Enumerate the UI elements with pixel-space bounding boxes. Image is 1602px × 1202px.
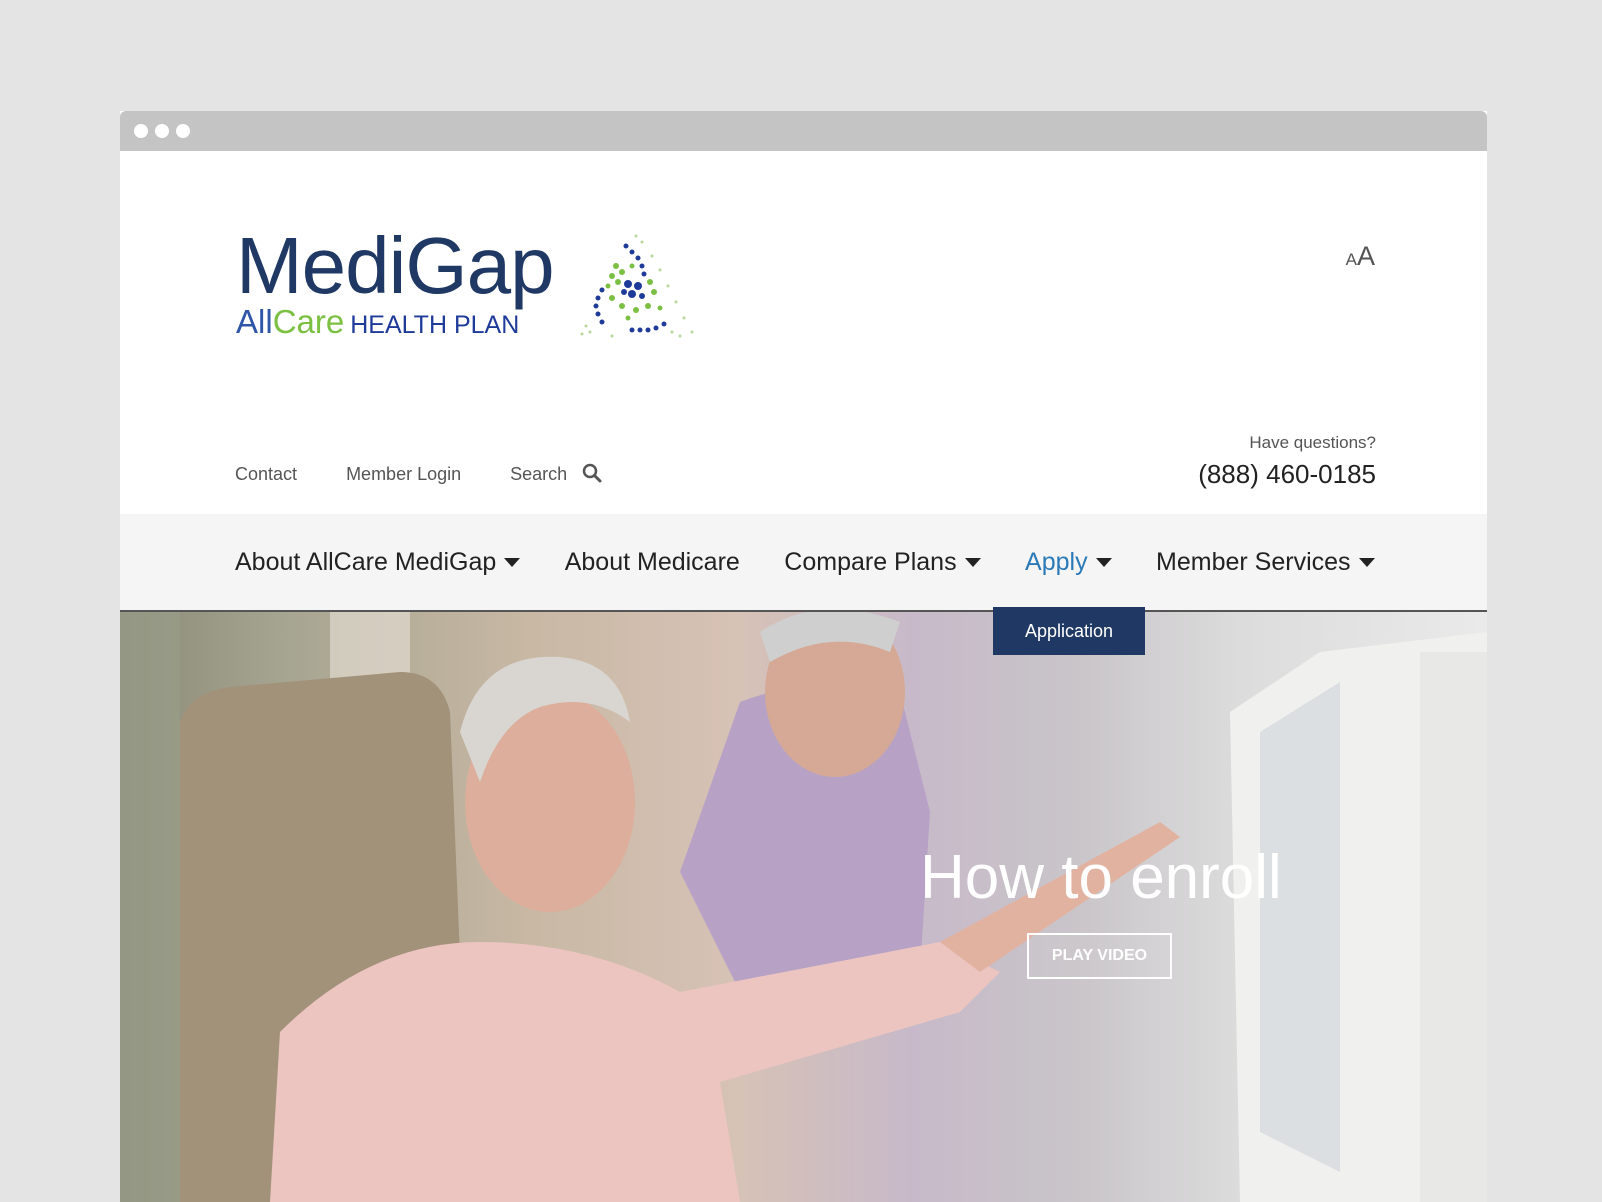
medigap-logo[interactable]: MediGap AllCare HEALTH PLAN bbox=[236, 226, 696, 346]
nav-item-about-allcare[interactable]: About AllCare MediGap bbox=[235, 548, 521, 577]
nav-label: About AllCare MediGap bbox=[235, 548, 497, 576]
apply-dropdown-application[interactable]: Application bbox=[993, 607, 1145, 655]
hero-banner: How to enroll PLAY VIDEO bbox=[120, 612, 1487, 1202]
nav-label: Compare Plans bbox=[784, 548, 957, 576]
search-label: Search bbox=[510, 464, 568, 484]
window-dot-icon bbox=[134, 124, 148, 138]
caret-down-icon bbox=[1358, 558, 1375, 567]
nav-item-apply[interactable]: Apply bbox=[1025, 548, 1112, 577]
text-size-small[interactable]: A bbox=[1346, 250, 1357, 269]
site-header: MediGap AllCare HEALTH PLAN AA Contact M… bbox=[120, 151, 1487, 514]
search-icon bbox=[582, 463, 602, 483]
window-dot-icon bbox=[155, 124, 169, 138]
main-nav: About AllCare MediGap About Medicare Com… bbox=[120, 514, 1487, 612]
window-dot-icon bbox=[176, 124, 190, 138]
nav-label: Member Services bbox=[1156, 548, 1351, 576]
contact-link[interactable]: Contact bbox=[235, 464, 297, 485]
nav-item-about-medicare[interactable]: About Medicare bbox=[565, 548, 740, 577]
caret-down-icon bbox=[1095, 558, 1112, 567]
search-link[interactable]: Search bbox=[510, 463, 602, 485]
member-login-link[interactable]: Member Login bbox=[346, 464, 461, 485]
hero-photo bbox=[120, 612, 1487, 1202]
contact-info: Have questions? (888) 460-0185 bbox=[1198, 433, 1376, 490]
logo-health-plan: HEALTH PLAN bbox=[350, 311, 520, 339]
have-questions-label: Have questions? bbox=[1249, 433, 1376, 452]
nav-item-member-services[interactable]: Member Services bbox=[1156, 548, 1375, 577]
logo-all: All bbox=[236, 303, 273, 340]
nav-item-compare-plans[interactable]: Compare Plans bbox=[784, 548, 981, 577]
utility-nav: Contact Member Login Search bbox=[235, 463, 602, 485]
logo-care: Care bbox=[272, 303, 345, 340]
text-size-large[interactable]: A bbox=[1357, 241, 1375, 271]
phone-number[interactable]: (888) 460-0185 bbox=[1198, 459, 1376, 490]
nav-label: About Medicare bbox=[564, 548, 740, 576]
logo-wordmark: MediGap bbox=[236, 221, 555, 310]
browser-window: MediGap AllCare HEALTH PLAN AA Contact M… bbox=[120, 111, 1487, 1202]
nav-label: Apply bbox=[1025, 548, 1088, 576]
caret-down-icon bbox=[964, 558, 981, 567]
dotted-triangle-logo-icon bbox=[580, 234, 694, 338]
hero-title: How to enroll bbox=[920, 843, 1282, 912]
text-size-toggle[interactable]: AA bbox=[1346, 241, 1375, 272]
caret-down-icon bbox=[504, 558, 521, 567]
browser-titlebar bbox=[120, 111, 1487, 151]
logo-subtitle: AllCare HEALTH PLAN bbox=[236, 304, 519, 343]
play-video-button[interactable]: PLAY VIDEO bbox=[1027, 933, 1172, 979]
